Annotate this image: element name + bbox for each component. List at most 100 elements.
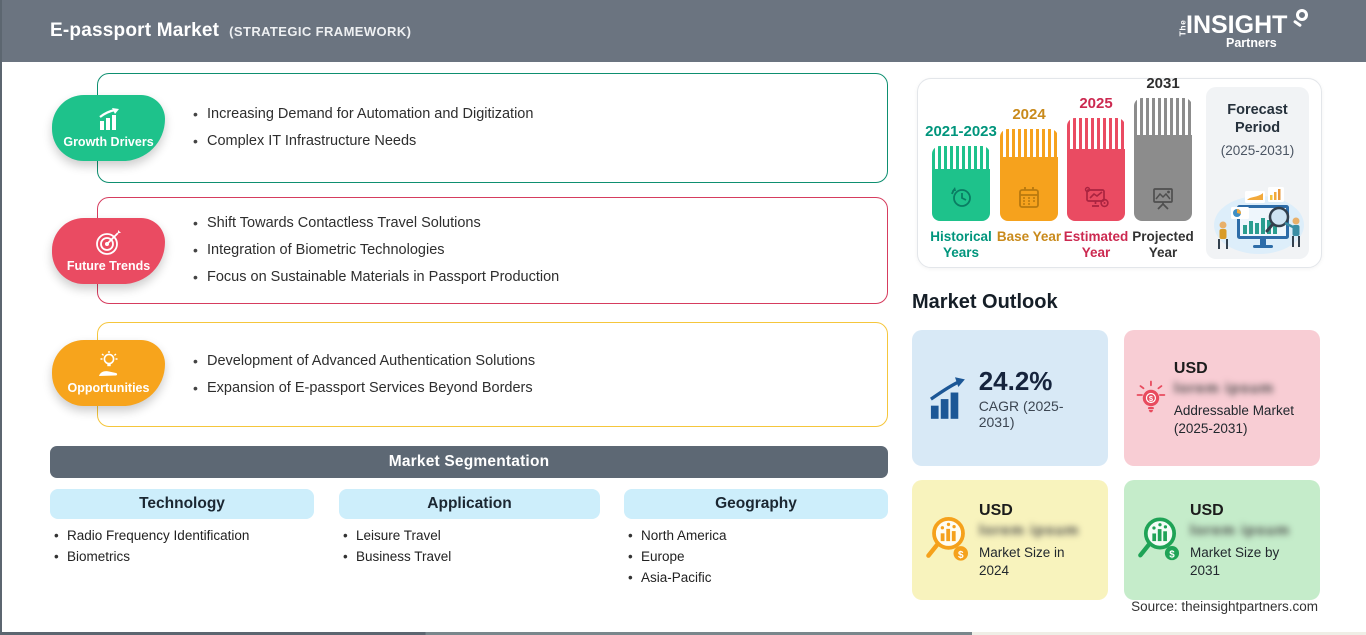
source-attribution: Source: theinsightpartners.com	[1131, 599, 1318, 614]
list-item: Complex IT Infrastructure Needs	[193, 128, 887, 155]
svg-text:$: $	[1169, 549, 1175, 560]
forecast-label: Forecast	[1227, 102, 1288, 118]
bar-stripes	[932, 146, 990, 169]
target-dart-icon	[95, 230, 121, 255]
calendar-icon	[1019, 186, 1039, 208]
magnifier-chart-orange-icon: $	[926, 516, 969, 561]
masked-value: lorem ipsum	[979, 521, 1080, 539]
forecast-label: Period	[1234, 120, 1281, 136]
estimate-chart-icon	[1084, 186, 1109, 208]
magnifier-icon	[1296, 9, 1308, 21]
bar-caption: Base Year	[996, 229, 1062, 244]
masked-value: lorem ipsum	[1189, 521, 1291, 539]
logo-partners-text: Partners	[1226, 36, 1277, 50]
bar-chart-growth-icon	[98, 108, 119, 130]
segmentation-title: Market Segmentation	[388, 453, 550, 470]
dollar-bulb-icon: $	[1136, 380, 1166, 413]
market-size-2031-card: $ USD lorem ipsum Market Size by 2031	[1124, 480, 1320, 600]
currency-label: USD	[1189, 501, 1224, 519]
market-size-2024-card: $ USD lorem ipsum Market Size in 2024	[912, 480, 1108, 600]
infographic-page: E-passport Market (STRATEGIC FRAMEWORK) …	[0, 0, 1366, 635]
hand-bulb-icon	[98, 351, 117, 376]
application-items: Leisure Travel Business Travel	[343, 525, 451, 567]
bar-stripes	[1000, 129, 1058, 157]
bar-body	[932, 168, 990, 221]
geography-items: North America Europe Asia-Pacific	[628, 525, 727, 588]
header-bar: E-passport Market (STRATEGIC FRAMEWORK) …	[2, 0, 1366, 62]
addressable-market-card: $ USD lorem ipsum Addressable Market (20…	[1124, 330, 1320, 466]
currency-label: USD	[979, 501, 1013, 519]
list-item: Business Travel	[343, 546, 451, 567]
estimated-year-bar	[1067, 118, 1125, 221]
card-text: USD lorem ipsum Addressable Market (2025…	[1174, 359, 1308, 438]
list-item: Integration of Biometric Technologies	[193, 237, 887, 264]
clock-history-icon	[951, 187, 971, 207]
growth-drivers-list: Increasing Demand for Automation and Dig…	[193, 101, 887, 155]
currency-label: USD	[1173, 359, 1208, 377]
future-trends-box: Shift Towards Contactless Travel Solutio…	[97, 197, 888, 304]
forecast-range: (2025-2031)	[1220, 143, 1295, 158]
timeline-panel: 2021-2023 2024 2025 2031 Historical Year…	[917, 75, 1322, 268]
bar-body	[1134, 134, 1192, 221]
analysts-illustration	[1214, 187, 1304, 254]
page-subtitle: (STRATEGIC FRAMEWORK)	[229, 23, 412, 39]
list-item: Expansion of E-passport Services Beyond …	[193, 375, 887, 402]
market-outlook-title: Market Outlook	[912, 291, 1058, 313]
list-item: Shift Towards Contactless Travel Solutio…	[193, 210, 887, 237]
cagr-label: CAGR (2025-2031)	[978, 398, 1064, 430]
list-item: Europe	[628, 546, 727, 567]
insight-partners-logo: The INSIGHT Partners	[1177, 9, 1310, 55]
bar-caption: Estimated Year	[1063, 229, 1129, 260]
list-item: Focus on Sustainable Materials in Passpo…	[193, 264, 887, 291]
masked-value: lorem ipsum	[1173, 379, 1275, 397]
segment-header-application: Application	[339, 489, 600, 519]
opportunities-list: Development of Advanced Authentication S…	[193, 348, 887, 402]
cagr-text: 24.2% CAGR (2025-2031)	[979, 366, 1096, 430]
future-trends-list: Shift Towards Contactless Travel Solutio…	[193, 210, 887, 291]
badge-label: Opportunities	[67, 381, 150, 395]
growth-drivers-badge: Growth Drivers	[52, 95, 165, 161]
card-label: Addressable Market (2025-2031)	[1173, 402, 1294, 436]
year-label: 2031	[1146, 75, 1180, 92]
bar-caption: Historical Years	[930, 229, 992, 260]
year-label: 2021-2023	[925, 123, 997, 140]
projected-year-bar	[1134, 98, 1192, 221]
card-text: USD lorem ipsum Market Size by 2031	[1190, 501, 1308, 580]
technology-items: Radio Frequency Identification Biometric…	[54, 525, 249, 567]
badge-label: Growth Drivers	[63, 135, 154, 149]
projection-board-icon	[1153, 188, 1173, 210]
future-trends-badge: Future Trends	[52, 218, 165, 284]
list-item: Radio Frequency Identification	[54, 525, 249, 546]
segment-header-technology: Technology	[50, 489, 314, 519]
list-item: North America	[628, 525, 727, 546]
card-text: USD lorem ipsum Market Size in 2024	[979, 501, 1096, 580]
svg-text:$: $	[958, 550, 964, 561]
card-label: Market Size by 2031	[1189, 544, 1280, 578]
list-item: Biometrics	[54, 546, 249, 567]
growth-drivers-box: Increasing Demand for Automation and Dig…	[97, 73, 888, 183]
card-label: Market Size in 2024	[979, 544, 1065, 578]
historical-years-bar	[932, 146, 990, 221]
list-item: Leisure Travel	[343, 525, 451, 546]
list-item: Asia-Pacific	[628, 567, 727, 588]
list-item: Development of Advanced Authentication S…	[193, 348, 887, 375]
opportunities-badge: Opportunities	[52, 340, 165, 406]
cagr-growth-icon	[930, 377, 965, 419]
forecast-period-panel: Forecast Period (2025-2031)	[1206, 87, 1309, 259]
cagr-card: 24.2% CAGR (2025-2031)	[912, 330, 1108, 466]
year-label: 2025	[1079, 95, 1113, 112]
bar-stripes	[1134, 98, 1192, 135]
magnifier-chart-green-icon: $	[1138, 517, 1180, 560]
badge-label: Future Trends	[66, 259, 151, 273]
market-segmentation-bar: Market Segmentation	[50, 446, 888, 478]
bar-body	[1067, 148, 1125, 221]
page-title: E-passport Market	[50, 20, 220, 41]
bar-caption: Projected Year	[1132, 229, 1194, 260]
cagr-value: 24.2%	[978, 366, 1053, 396]
base-year-bar	[1000, 129, 1058, 221]
list-item: Increasing Demand for Automation and Dig…	[193, 101, 887, 128]
segment-header-geography: Geography	[624, 489, 888, 519]
opportunities-box: Development of Advanced Authentication S…	[97, 322, 888, 427]
bar-stripes	[1067, 118, 1125, 149]
bar-body	[1000, 156, 1058, 221]
